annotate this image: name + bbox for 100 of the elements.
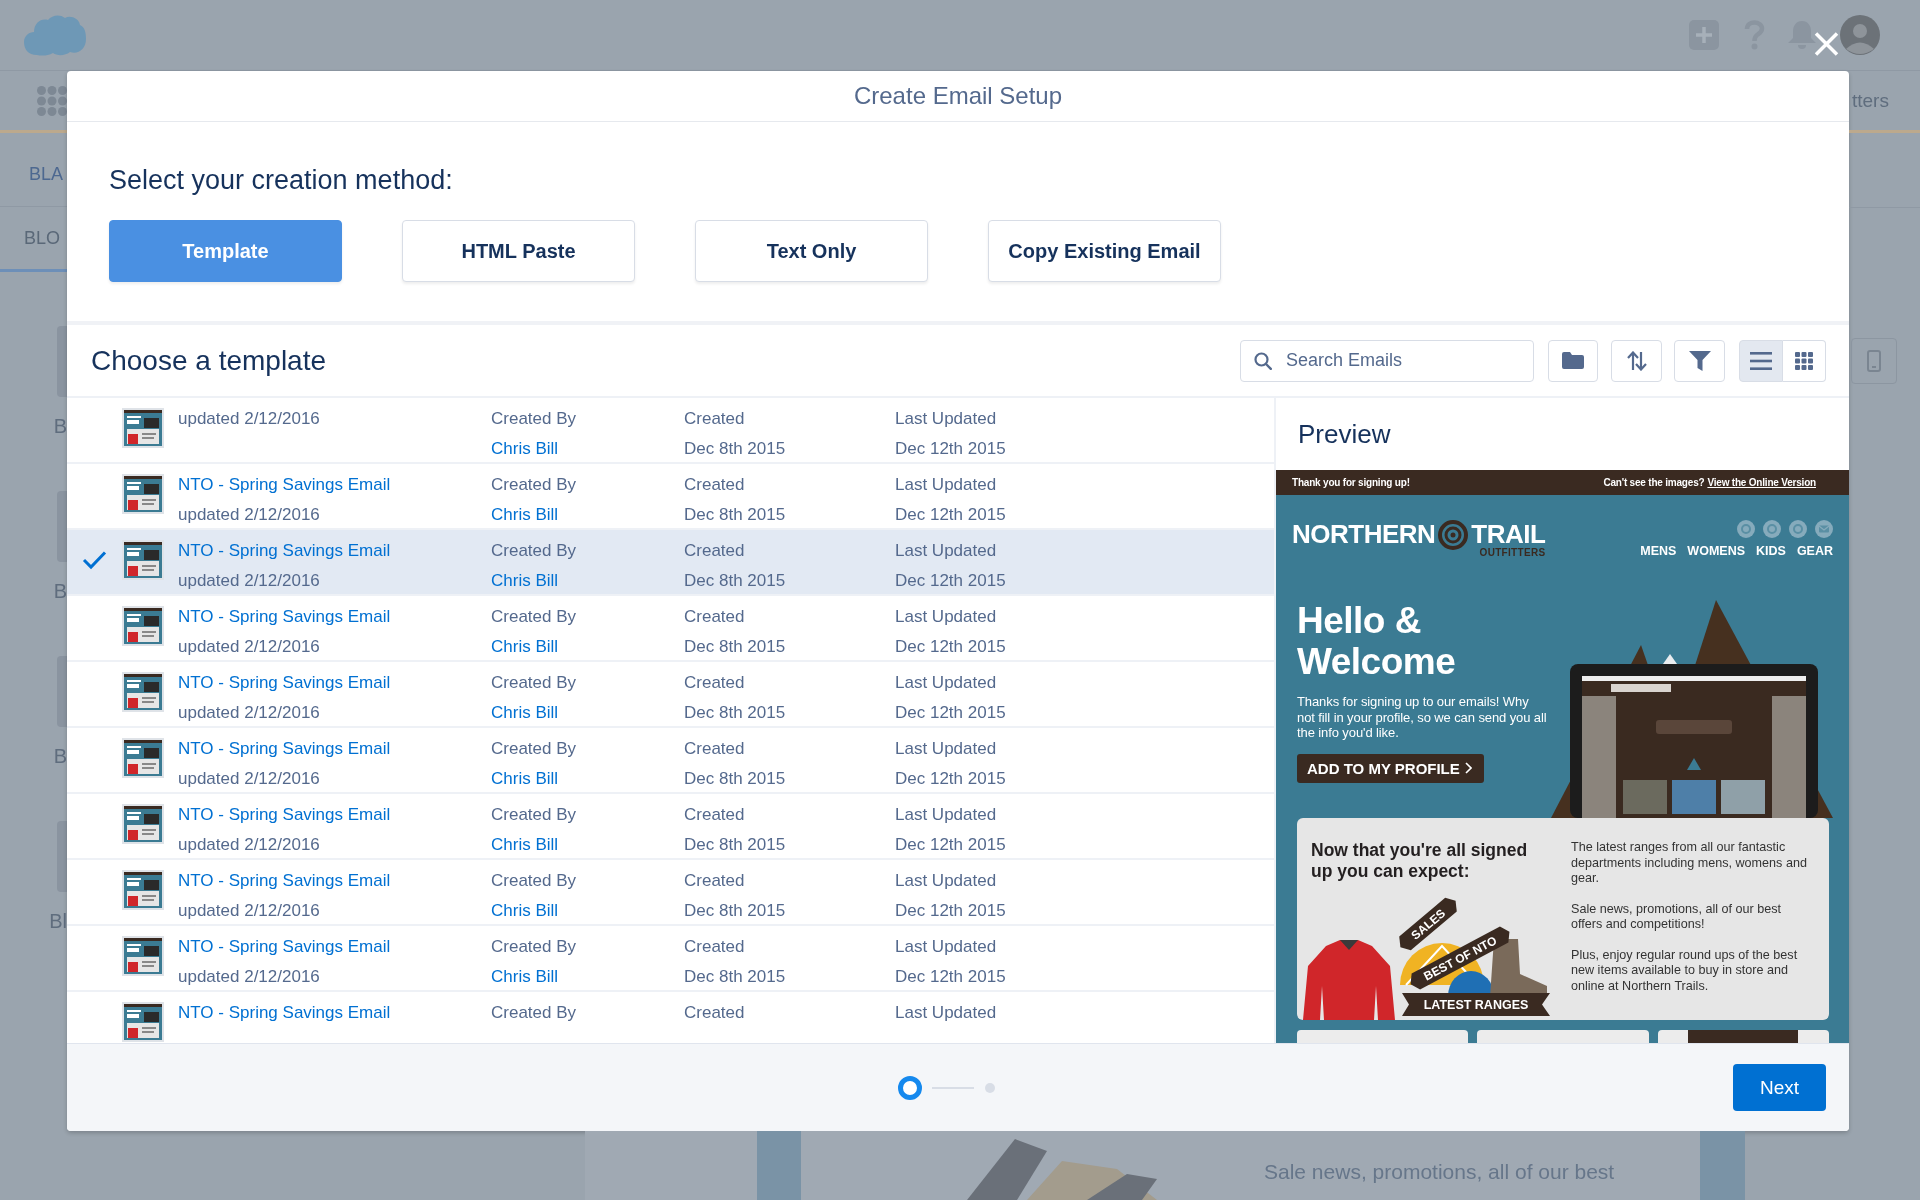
email-thumbnail xyxy=(122,540,164,580)
card-label: B xyxy=(53,744,67,768)
template-row[interactable]: NTO - Spring Savings Email updated 2/12/2016 Created By Chris Bill Created Dec 8th 2015 Last Updated Dec 12th 2015 xyxy=(67,530,1274,596)
last-updated-date: Dec 12th 2015 xyxy=(895,900,1006,922)
template-name[interactable]: NTO - Spring Savings Email xyxy=(178,736,391,762)
template-row[interactable]: NTO - Spring Savings Email updated 2/12/2016 Created By Chris Bill Created Dec 8th 2015 Last Updated Dec 12th 2015 xyxy=(67,728,1274,794)
template-name[interactable]: NTO - Spring Savings Email xyxy=(178,538,391,564)
social-icon[interactable] xyxy=(1789,520,1807,538)
template-name[interactable]: NTO - Spring Savings Email xyxy=(178,1000,391,1026)
template-row[interactable]: NTO - Spring Savings Email updated 2/12/2016 Created By Chris Bill Created Dec 8th 2015 Last Updated Dec 12th 2015 xyxy=(67,860,1274,926)
email-thumbnail xyxy=(122,738,164,778)
template-name[interactable]: NTO - Spring Savings Email xyxy=(178,868,391,894)
template-name[interactable]: NTO - Spring Savings Email xyxy=(178,670,391,696)
nav-link[interactable]: KIDS xyxy=(1756,544,1786,558)
section-title: Choose a template xyxy=(91,344,327,377)
template-name[interactable]: NTO - Spring Savings Email xyxy=(178,934,391,960)
author-link[interactable]: Chris Bill xyxy=(491,568,559,594)
brand-name: TRAIL xyxy=(1471,520,1546,548)
last-updated-date: Dec 12th 2015 xyxy=(895,504,1006,526)
updated-note: updated 2/12/2016 xyxy=(178,768,320,790)
created-date: Dec 8th 2015 xyxy=(684,834,786,856)
author-link[interactable]: Chris Bill xyxy=(491,436,559,462)
search-field[interactable]: Search Emails xyxy=(1240,339,1534,382)
column-label: Created xyxy=(684,540,745,562)
updated-note: updated 2/12/2016 xyxy=(178,570,320,592)
template-row[interactable]: NTO - Spring Savings Email updated 2/12/2016 Created By Chris Bill Created Dec 8th 2015 Last Updated Dec 12th 2015 xyxy=(67,464,1274,530)
created-date: Dec 8th 2015 xyxy=(684,900,786,922)
profile-button[interactable]: ADD TO MY PROFILE xyxy=(1297,753,1484,783)
email-thumbnail xyxy=(122,408,164,448)
nav-link[interactable]: GEAR xyxy=(1796,544,1833,558)
email-thumbnail xyxy=(122,936,164,976)
template-row[interactable]: NTO - Spring Savings Email updated 2/12/2016 Created By Chris Bill Created Dec 8th 2015 Last Updated Dec 12th 2015 xyxy=(67,662,1274,728)
grid-icon xyxy=(1795,351,1813,370)
nav-link[interactable]: WOMENS xyxy=(1687,544,1745,558)
column-label: Created xyxy=(684,738,745,760)
method-option[interactable]: Text Only xyxy=(695,220,928,282)
method-option[interactable]: Copy Existing Email xyxy=(988,220,1221,282)
column-label: Created xyxy=(684,936,745,958)
author-link[interactable]: Chris Bill xyxy=(491,634,559,660)
template-name[interactable]: NTO - Spring Savings Email xyxy=(178,604,391,630)
filter-icon xyxy=(1688,350,1711,371)
folder-button[interactable] xyxy=(1548,339,1598,382)
avatar-icon[interactable] xyxy=(1840,15,1880,55)
social-icon[interactable] xyxy=(1737,520,1755,538)
cloud-logo[interactable] xyxy=(24,14,86,56)
template-row[interactable]: updated 2/12/2016 Created By Chris Bill Created Dec 8th 2015 Last Updated Dec 12th 2015 xyxy=(67,398,1274,464)
online-version-link[interactable]: View the Online Version xyxy=(1707,477,1816,488)
updated-note: updated 2/12/2016 xyxy=(178,900,320,922)
email-thumbnail xyxy=(122,606,164,646)
column-label: Created By xyxy=(491,1002,577,1024)
card-label: Bl xyxy=(49,909,67,933)
background-card xyxy=(57,821,67,892)
column-label: Created By xyxy=(491,672,577,694)
modal-title: Create Email Setup xyxy=(853,82,1063,110)
social-icon[interactable] xyxy=(1763,520,1781,538)
next-button[interactable]: Next xyxy=(1733,1064,1826,1111)
template-name[interactable]: NTO - Spring Savings Email xyxy=(178,472,391,498)
template-name[interactable]: NTO - Spring Savings Email xyxy=(178,802,391,828)
ribbon-banner: LATEST RANGES xyxy=(1402,993,1550,1016)
background-card xyxy=(57,491,67,562)
column-label: Last Updated xyxy=(895,1002,997,1024)
template-row[interactable]: NTO - Spring Savings Email updated 2/12/2016 Created By Chris Bill Created Dec 8th 2015 Last Updated Dec 12th 2015 xyxy=(67,926,1274,992)
author-link[interactable]: Chris Bill xyxy=(491,502,559,528)
column-label: Last Updated xyxy=(895,672,997,694)
method-option[interactable]: Template xyxy=(109,220,342,282)
column-label: Last Updated xyxy=(895,804,997,826)
last-updated-date: Dec 12th 2015 xyxy=(895,702,1006,724)
method-option[interactable]: HTML Paste xyxy=(402,220,635,282)
author-link[interactable]: Chris Bill xyxy=(491,832,559,858)
last-updated-date: Dec 12th 2015 xyxy=(895,438,1006,460)
sort-button[interactable] xyxy=(1611,339,1662,382)
column-label: Last Updated xyxy=(895,738,997,760)
created-date: Dec 8th 2015 xyxy=(684,966,786,988)
column-label: Created xyxy=(684,870,745,892)
author-link[interactable]: Chris Bill xyxy=(491,700,559,726)
nav-link[interactable]: MENS xyxy=(1640,544,1677,558)
card-label: B xyxy=(53,579,67,603)
template-row[interactable]: NTO - Spring Savings Email updated 2/12/2016 Created By Chris Bill Created Dec 8th 2015 Last Updated Dec 12th 2015 xyxy=(67,596,1274,662)
filter-button[interactable] xyxy=(1674,339,1725,382)
author-link[interactable]: Chris Bill xyxy=(491,898,559,924)
author-link[interactable]: Chris Bill xyxy=(491,766,559,792)
updated-note: updated 2/12/2016 xyxy=(178,504,320,526)
plus-icon[interactable] xyxy=(1689,20,1719,50)
view-toggle[interactable] xyxy=(1739,339,1783,382)
close-icon[interactable] xyxy=(1814,32,1839,56)
mail-icon[interactable] xyxy=(1815,520,1833,538)
phone-icon xyxy=(1867,350,1881,372)
bell-icon[interactable] xyxy=(1787,21,1817,49)
device-preview-button[interactable] xyxy=(1851,338,1897,384)
dot-grid-icon[interactable] xyxy=(37,85,67,116)
created-date: Dec 8th 2015 xyxy=(684,702,786,724)
panel-column xyxy=(757,1131,801,1200)
last-updated-date: Dec 12th 2015 xyxy=(895,636,1006,658)
column-label: Created By xyxy=(491,408,577,430)
created-date: Dec 8th 2015 xyxy=(684,570,786,592)
template-row[interactable]: NTO - Spring Savings Email updated 2/12/2016 Created By Chris Bill Created Dec 8th 2015 Last Updated Dec 12th 2015 xyxy=(67,794,1274,860)
column-label: Last Updated xyxy=(895,474,997,496)
author-link[interactable]: Chris Bill xyxy=(491,964,559,990)
view-toggle[interactable] xyxy=(1783,339,1826,382)
check-icon xyxy=(82,550,107,570)
